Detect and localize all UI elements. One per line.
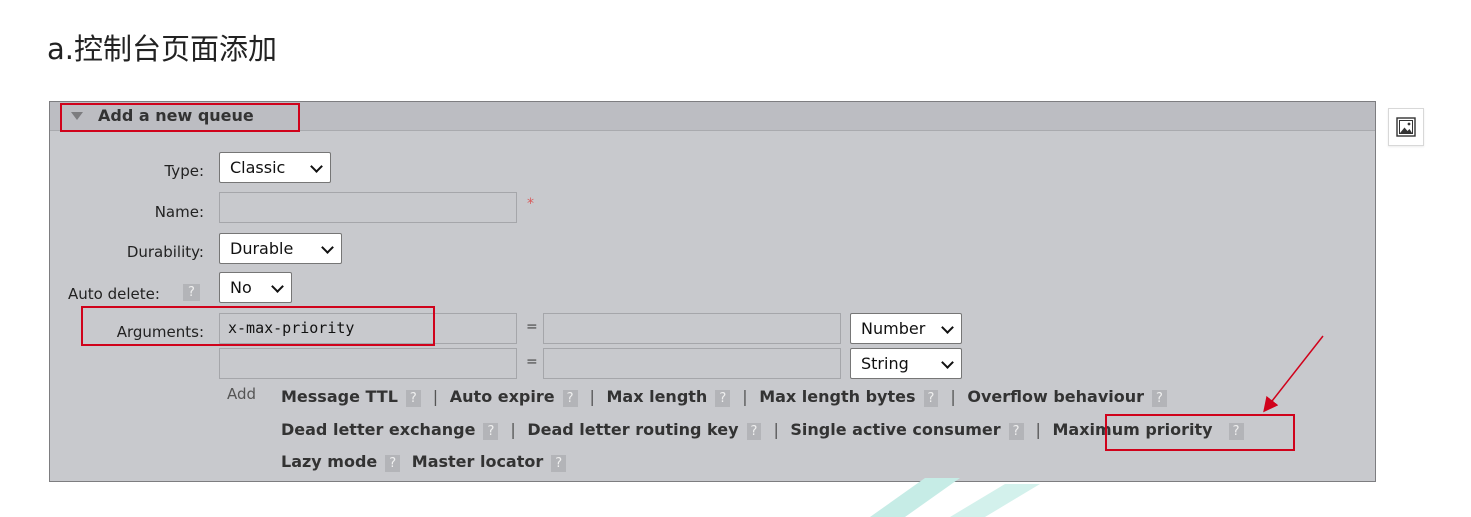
watermark-shape: [870, 478, 1040, 517]
image-icon[interactable]: [1388, 108, 1424, 146]
annotation-arrow: [1263, 335, 1324, 413]
